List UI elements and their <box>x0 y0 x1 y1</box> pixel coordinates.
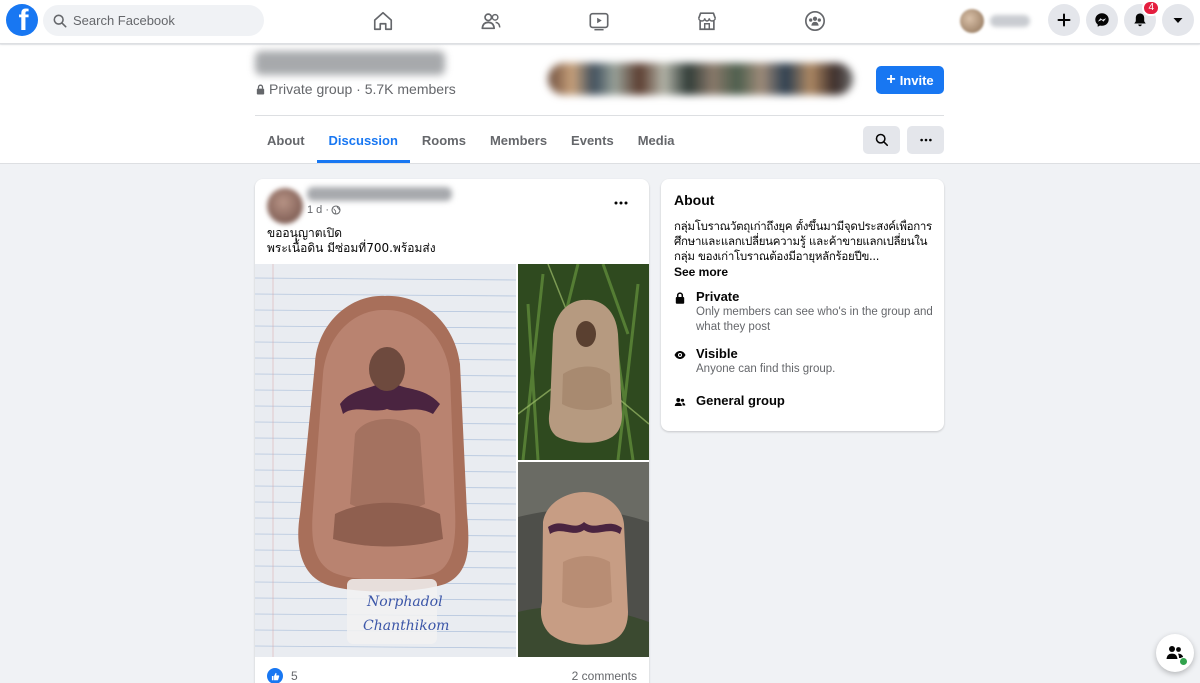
photo-handwriting-2: Chanthikom <box>363 618 449 634</box>
about-visible-row: Visible Anyone can find this group. <box>674 346 936 377</box>
marketplace-icon <box>697 12 717 31</box>
post-reactions-bar: 5 2 comments <box>267 667 637 683</box>
post-author-blurred[interactable] <box>307 187 452 201</box>
search-icon <box>875 133 888 147</box>
post-photo-side-2[interactable] <box>518 462 649 657</box>
notification-count-badge: 4 <box>1142 0 1160 16</box>
new-chat-float-button[interactable] <box>1156 634 1194 672</box>
post-photo-main[interactable]: Norphadol Chanthikom <box>255 264 516 657</box>
plus-icon <box>1057 13 1071 27</box>
photo-handwriting-1: Norphadol <box>366 594 443 610</box>
tab-rooms[interactable]: Rooms <box>410 117 478 163</box>
about-heading: About <box>674 192 715 208</box>
see-more-link[interactable]: See more <box>674 265 728 279</box>
eye-icon <box>674 351 686 359</box>
caret-down-icon <box>1173 18 1183 23</box>
tab-discussion[interactable]: Discussion <box>316 117 410 163</box>
group-privacy-meta: Private group · 5.7K members <box>255 81 456 97</box>
tab-members[interactable]: Members <box>478 117 559 163</box>
post-text-line: ขออนุญาตเปิด <box>267 226 343 240</box>
group-tabs: About Discussion Rooms Members Events Me… <box>255 117 687 163</box>
top-navigation-bar: f 4 <box>0 0 1200 44</box>
lock-icon <box>675 292 685 304</box>
avatar[interactable] <box>267 188 303 224</box>
facebook-logo-letter: f <box>18 4 29 36</box>
friends-icon <box>481 13 501 30</box>
post-text-line: พระเนื้อดิน มีซ่อมที่700.พร้อมส่ง <box>267 241 436 255</box>
amulet-grass-photo <box>518 264 649 460</box>
member-avatars-blurred[interactable] <box>548 63 853 95</box>
thumbs-up-icon <box>271 672 279 680</box>
tab-about[interactable]: About <box>255 117 317 163</box>
home-nav-button[interactable] <box>365 6 401 36</box>
invite-button[interactable]: + Invite <box>876 66 944 94</box>
marketplace-nav-button[interactable] <box>689 6 725 36</box>
divider <box>255 115 944 116</box>
about-card: About กลุ่มโบราณวัตถุเก่าถึงยุค ตั้งขึ้น… <box>661 179 944 431</box>
tab-media[interactable]: Media <box>626 117 687 163</box>
avatar <box>960 9 984 33</box>
search-icon <box>53 14 67 27</box>
general-group-title: General group <box>696 393 785 408</box>
visible-title: Visible <box>696 346 738 361</box>
tab-events[interactable]: Events <box>559 117 626 163</box>
friends-nav-button[interactable] <box>473 6 509 36</box>
messenger-icon <box>1095 13 1109 27</box>
group-header: Private group · 5.7K members + Invite Ab… <box>0 45 1200 164</box>
messenger-button[interactable] <box>1086 4 1118 36</box>
private-title: Private <box>696 289 740 304</box>
home-icon <box>373 11 393 31</box>
more-horizontal-icon <box>614 201 628 205</box>
search-input[interactable] <box>73 13 253 28</box>
globe-icon <box>331 205 341 215</box>
account-menu-button[interactable] <box>1162 4 1194 36</box>
watch-icon <box>589 12 609 31</box>
group-more-button[interactable] <box>907 126 944 154</box>
private-description: Only members can see who's in the group … <box>696 306 933 333</box>
post-body: ขออนุญาตเปิด พระเนื้อดิน มีซ่อมที่700.พร… <box>267 226 436 256</box>
comments-count-link[interactable]: 2 comments <box>572 669 637 683</box>
online-status-dot <box>1179 657 1188 666</box>
post-timestamp[interactable]: 1 d · <box>307 204 341 216</box>
lock-icon <box>256 84 265 95</box>
about-description: กลุ่มโบราณวัตถุเก่าถึงยุค ตั้งขึ้นมามีจุ… <box>674 219 932 263</box>
people-icon <box>674 398 686 406</box>
post-time-text: 1 d · <box>307 204 330 216</box>
group-search-button[interactable] <box>863 126 900 154</box>
post-photo-side-1[interactable] <box>518 264 649 460</box>
group-meta-text: Private group · 5.7K members <box>269 81 456 97</box>
facebook-logo[interactable]: f <box>6 4 38 36</box>
group-name-blurred <box>255 51 445 75</box>
profile-name-blurred <box>990 15 1030 27</box>
more-horizontal-icon <box>919 138 932 142</box>
visible-description: Anyone can find this group. <box>696 363 836 375</box>
plus-icon: + <box>886 71 896 88</box>
invite-label: Invite <box>899 72 934 88</box>
notifications-button[interactable]: 4 <box>1124 0 1160 36</box>
like-count[interactable]: 5 <box>291 669 298 683</box>
amulet-stone-photo <box>518 462 649 657</box>
about-general-row: General group <box>674 393 785 409</box>
amulet-photo: Norphadol Chanthikom <box>255 264 516 657</box>
groups-icon <box>805 11 825 31</box>
watch-nav-button[interactable] <box>581 6 617 36</box>
create-button[interactable] <box>1048 4 1080 36</box>
groups-nav-button[interactable] <box>797 6 833 36</box>
like-reaction-icon[interactable] <box>267 668 283 683</box>
post-options-button[interactable] <box>607 193 635 213</box>
about-private-row: Private Only members can see who's in th… <box>674 289 936 335</box>
search-box[interactable] <box>43 5 264 36</box>
profile-chip[interactable] <box>960 6 1040 36</box>
post-card: 1 d · ขออนุญาตเปิด พระเนื้อดิน มีซ่อมที่… <box>255 179 649 683</box>
